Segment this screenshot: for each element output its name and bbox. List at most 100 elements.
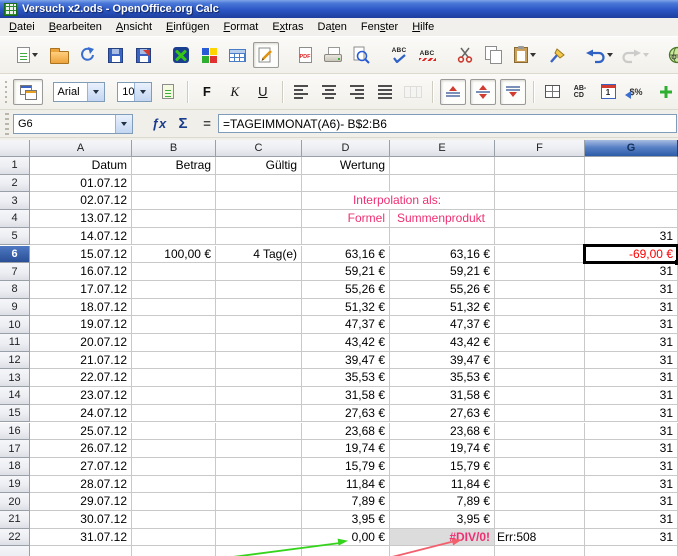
equals-icon[interactable]: =	[195, 116, 219, 131]
row-header-19[interactable]: 19	[0, 476, 30, 494]
menu-bearbeiten[interactable]: Bearbeiten	[42, 19, 109, 35]
cell-A9[interactable]: 18.07.12	[30, 299, 132, 317]
merge-cells-button[interactable]	[401, 80, 425, 104]
cell-G21[interactable]: 31	[585, 511, 678, 529]
cell-C13[interactable]	[216, 369, 302, 387]
cell-D4[interactable]: Formel	[302, 210, 390, 228]
row-header-3[interactable]: 3	[0, 192, 30, 210]
cell-F13[interactable]	[495, 369, 585, 387]
cell-E1[interactable]	[390, 157, 495, 175]
cell-B3[interactable]	[132, 192, 216, 210]
export-pdf-button[interactable]: PDF	[293, 43, 317, 67]
format-paintbrush-icon[interactable]	[545, 43, 569, 67]
cell-E20[interactable]: 7,89 €	[390, 493, 495, 511]
row-header-6[interactable]: 6	[0, 246, 30, 264]
cell-C14[interactable]	[216, 387, 302, 405]
cell-D22[interactable]: 0,00 €	[302, 529, 390, 547]
menu-ansicht[interactable]: Ansicht	[109, 19, 159, 35]
cell-D8[interactable]: 55,26 €	[302, 281, 390, 299]
justify-button[interactable]	[373, 80, 397, 104]
borders-icon[interactable]	[540, 80, 564, 104]
cell-G12[interactable]: 31	[585, 352, 678, 370]
cell-G4[interactable]	[585, 210, 678, 228]
cell-B10[interactable]	[132, 316, 216, 334]
cell-F4[interactable]	[495, 210, 585, 228]
row-header-21[interactable]: 21	[0, 511, 30, 529]
cell-F2[interactable]	[495, 175, 585, 193]
cell-B21[interactable]	[132, 511, 216, 529]
cell-E17[interactable]: 19,74 €	[390, 440, 495, 458]
cell-B15[interactable]	[132, 405, 216, 423]
cell-D21[interactable]: 3,95 €	[302, 511, 390, 529]
cell-A21[interactable]: 30.07.12	[30, 511, 132, 529]
cell-B18[interactable]	[132, 458, 216, 476]
cell-A4[interactable]: 13.07.12	[30, 210, 132, 228]
wrap-text-icon[interactable]: AB-CD	[568, 80, 592, 104]
cell-B19[interactable]	[132, 476, 216, 494]
hyperlink-globe-icon[interactable]	[665, 43, 678, 67]
cell-D16[interactable]: 23,68 €	[302, 423, 390, 441]
cell-E13[interactable]: 35,53 €	[390, 369, 495, 387]
cell-F17[interactable]	[495, 440, 585, 458]
cell-E15[interactable]: 27,63 €	[390, 405, 495, 423]
cell-F12[interactable]	[495, 352, 585, 370]
cell-E2[interactable]	[390, 175, 495, 193]
cell-E[interactable]	[390, 546, 495, 556]
menu-format[interactable]: Format	[216, 19, 265, 35]
cell-E18[interactable]: 15,79 €	[390, 458, 495, 476]
cell-C6[interactable]: 4 Tag(e)	[216, 246, 302, 264]
cell-F21[interactable]	[495, 511, 585, 529]
cell-G19[interactable]: 31	[585, 476, 678, 494]
cell-B17[interactable]	[132, 440, 216, 458]
cell-C1[interactable]: Gültig	[216, 157, 302, 175]
cell-B7[interactable]	[132, 263, 216, 281]
edit-file-toggle[interactable]	[253, 42, 279, 68]
cell-A2[interactable]: 01.07.12	[30, 175, 132, 193]
align-bottom-button[interactable]	[500, 79, 526, 105]
cell-D20[interactable]: 7,89 €	[302, 493, 390, 511]
cell-B14[interactable]	[132, 387, 216, 405]
cell-A18[interactable]: 27.07.12	[30, 458, 132, 476]
cell-A16[interactable]: 25.07.12	[30, 423, 132, 441]
cell-E8[interactable]: 55,26 €	[390, 281, 495, 299]
cell-A19[interactable]: 28.07.12	[30, 476, 132, 494]
row-header-11[interactable]: 11	[0, 334, 30, 352]
align-right-button[interactable]	[345, 80, 369, 104]
cell-C7[interactable]	[216, 263, 302, 281]
cell-F9[interactable]	[495, 299, 585, 317]
cell-A[interactable]	[30, 546, 132, 556]
gallery-icon[interactable]	[197, 43, 221, 67]
row-header-22[interactable]: 22	[0, 529, 30, 547]
cell-B6[interactable]: 100,00 €	[132, 246, 216, 264]
cell-F15[interactable]	[495, 405, 585, 423]
cell-B20[interactable]	[132, 493, 216, 511]
cell-C8[interactable]	[216, 281, 302, 299]
title-bar[interactable]: Versuch x2.ods - OpenOffice.org Calc	[0, 0, 678, 18]
cell-G[interactable]	[585, 546, 678, 556]
cut-icon[interactable]	[453, 43, 477, 67]
cell-B5[interactable]	[132, 228, 216, 246]
name-box[interactable]: G6	[13, 114, 133, 134]
row-header-1[interactable]: 1	[0, 157, 30, 175]
cell-E6[interactable]: 63,16 €	[390, 246, 495, 264]
cell-C2[interactable]	[216, 175, 302, 193]
cell-C3[interactable]	[216, 192, 302, 210]
row-header-12[interactable]: 12	[0, 352, 30, 370]
cell-A17[interactable]: 26.07.12	[30, 440, 132, 458]
cell-D7[interactable]: 59,21 €	[302, 263, 390, 281]
cell-D3[interactable]: Interpolation als:	[302, 192, 495, 210]
row-header-4[interactable]: 4	[0, 210, 30, 228]
spellcheck-button[interactable]: ABC	[387, 43, 411, 67]
column-header-A[interactable]: A	[30, 140, 132, 157]
row-header-17[interactable]: 17	[0, 440, 30, 458]
cell-E14[interactable]: 31,58 €	[390, 387, 495, 405]
cell-B2[interactable]	[132, 175, 216, 193]
menu-einfgen[interactable]: Einfügen	[159, 19, 216, 35]
align-left-button[interactable]	[289, 80, 313, 104]
cell-G16[interactable]: 31	[585, 423, 678, 441]
cell-D5[interactable]	[302, 228, 390, 246]
cell-D6[interactable]: 63,16 €	[302, 246, 390, 264]
font-name-dropdown-icon[interactable]	[87, 83, 104, 101]
cell-A10[interactable]: 19.07.12	[30, 316, 132, 334]
open-button[interactable]	[47, 43, 71, 67]
